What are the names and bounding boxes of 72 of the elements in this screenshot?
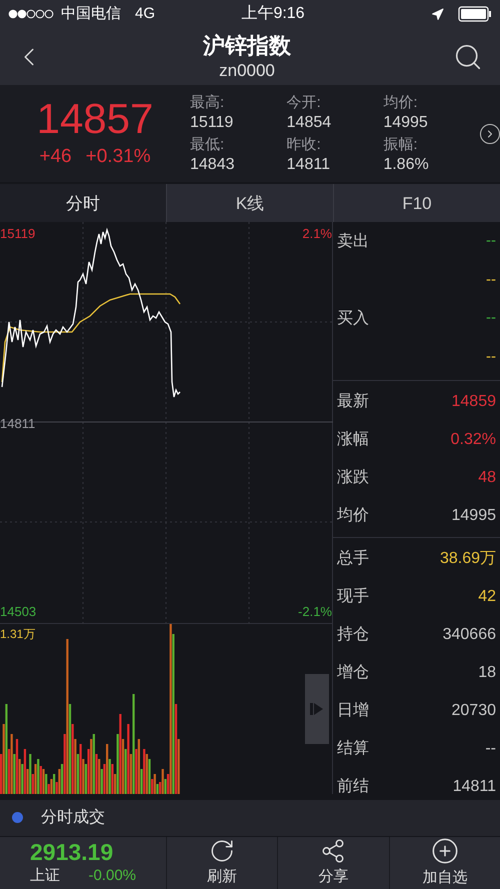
stat-value: 42 xyxy=(478,587,496,608)
stat-value: 14854 xyxy=(286,112,332,133)
stat-label: 最新 xyxy=(337,392,369,412)
order-book-label: 买入 xyxy=(337,308,369,329)
stat-label: 日增 xyxy=(337,701,369,722)
carrier-name: 中国电信 xyxy=(61,4,121,24)
instrument-title: 沪锌指数 xyxy=(203,32,291,60)
more-button[interactable] xyxy=(480,124,500,144)
network-type: 4G xyxy=(135,4,156,24)
stat-label: 持仓 xyxy=(337,625,369,646)
instrument-code: zn0000 xyxy=(219,60,275,82)
stat-value: 15119 xyxy=(190,112,234,133)
volume-axis-label: 1.31万 xyxy=(0,626,36,644)
stat-value: 38.69万 xyxy=(440,549,496,570)
stat-label: 最低: xyxy=(190,134,226,155)
price-change: +46 xyxy=(39,145,72,170)
stat-label: 现手 xyxy=(337,586,369,608)
axis-label: 15119 xyxy=(0,225,36,244)
toolbar-button[interactable]: 刷新 xyxy=(166,836,278,889)
stat-value: 14995 xyxy=(383,112,429,133)
stat-value: 14995 xyxy=(452,506,496,526)
order-book-value: -- xyxy=(486,270,496,290)
last-price: 14857 xyxy=(36,95,154,144)
signal-icon xyxy=(8,9,55,19)
stat-value: 340666 xyxy=(442,625,496,646)
index-change: -0.00% xyxy=(88,866,136,886)
clock-time: 上午9:16 xyxy=(241,4,305,24)
stat-label: 昨收: xyxy=(286,134,322,155)
stat-label: 涨幅 xyxy=(337,430,369,450)
order-book-value: -- xyxy=(486,308,496,328)
axis-label: -2.1% xyxy=(298,602,332,621)
toolbar-button[interactable]: 分享 xyxy=(277,836,389,889)
chart-tab[interactable]: K线 xyxy=(166,184,333,222)
stat-value: 14859 xyxy=(452,392,496,412)
stat-label: 总手 xyxy=(337,548,369,570)
stat-label: 涨跌 xyxy=(337,468,369,488)
stat-label: 前结 xyxy=(337,776,369,798)
order-book-value: -- xyxy=(486,346,496,367)
stat-label: 均价: xyxy=(383,92,418,113)
price-change-percent: +0.31% xyxy=(86,145,151,170)
chart-tab[interactable]: 分时 xyxy=(0,184,166,222)
stat-value: 1.86% xyxy=(383,154,430,175)
index-value: 2913.19 xyxy=(30,838,114,864)
stat-value: 0.32% xyxy=(450,430,496,450)
index-name: 上证 xyxy=(30,866,60,886)
stat-label: 今开: xyxy=(286,92,322,113)
stat-value: 14843 xyxy=(190,154,236,175)
axis-label: 14811 xyxy=(0,415,36,434)
location-arrow-icon xyxy=(431,8,444,20)
stat-value: -- xyxy=(485,739,496,760)
stat-label: 最高: xyxy=(190,92,226,113)
order-book-value: -- xyxy=(486,231,496,252)
stat-label: 增仓 xyxy=(337,663,369,684)
stat-label: 均价 xyxy=(337,506,369,526)
battery-icon xyxy=(458,6,492,22)
play-icon xyxy=(310,702,324,716)
stat-value: 48 xyxy=(478,468,496,488)
chart-tab[interactable]: F10 xyxy=(333,184,500,222)
share-icon xyxy=(320,838,346,864)
stat-value: 14811 xyxy=(286,154,331,175)
add-icon xyxy=(430,836,459,864)
toolbar-button[interactable]: 加自选 xyxy=(388,836,500,889)
axis-label: 14503 xyxy=(0,602,36,621)
stat-label: 结算 xyxy=(337,738,369,760)
axis-label: 2.1% xyxy=(302,225,332,244)
refresh-icon xyxy=(209,838,236,864)
stat-value: 20730 xyxy=(452,701,496,722)
stat-value: 18 xyxy=(478,663,496,684)
stat-label: 振幅: xyxy=(383,134,418,155)
section-title: 分时成交 xyxy=(41,808,105,828)
order-book-label: 卖出 xyxy=(337,232,369,252)
stat-value: 14811 xyxy=(452,777,496,798)
